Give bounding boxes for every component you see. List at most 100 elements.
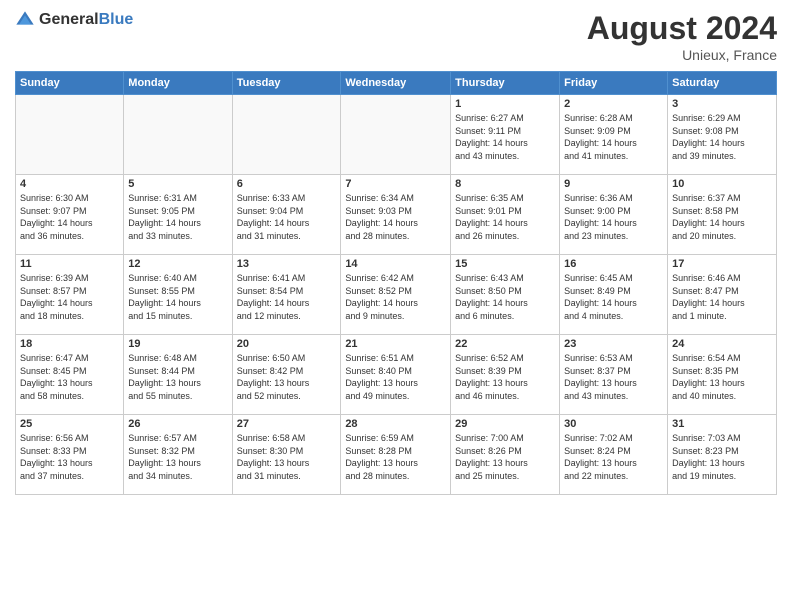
calendar-cell: 23 Sunrise: 6:53 AMSunset: 8:37 PMDayligh…: [560, 335, 668, 415]
day-info: Sunrise: 6:53 AMSunset: 8:37 PMDaylight:…: [564, 352, 663, 402]
day-number: 21: [345, 338, 446, 350]
calendar-cell: 17 Sunrise: 6:46 AMSunset: 8:47 PMDayligh…: [668, 255, 777, 335]
calendar-cell: [124, 95, 232, 175]
day-info: Sunrise: 6:27 AMSunset: 9:11 PMDaylight:…: [455, 112, 555, 162]
calendar-cell: [341, 95, 451, 175]
calendar-cell: 26 Sunrise: 6:57 AMSunset: 8:32 PMDayligh…: [124, 415, 232, 495]
day-info: Sunrise: 6:43 AMSunset: 8:50 PMDaylight:…: [455, 272, 555, 322]
day-number: 9: [564, 178, 663, 190]
day-number: 20: [237, 338, 337, 350]
calendar-cell: 2Sunrise: 6:28 AMSunset: 9:09 PMDaylight…: [560, 95, 668, 175]
day-header-monday: Monday: [124, 72, 232, 95]
calendar-cell: 27Sunrise: 6:58 AMSunset: 8:30 PMDayligh…: [232, 415, 341, 495]
day-info: Sunrise: 6:54 AMSunset: 8:35 PMDaylight:…: [672, 352, 772, 402]
day-info: Sunrise: 6:45 AMSunset: 8:49 PMDaylight:…: [564, 272, 663, 322]
calendar-cell: 7 Sunrise: 6:34 AMSunset: 9:03 PMDaylight…: [341, 175, 451, 255]
day-info: Sunrise: 6:31 AMSunset: 9:05 PMDaylight:…: [128, 192, 227, 242]
calendar-cell: 3 Sunrise: 6:29 AMSunset: 9:08 PMDaylight…: [668, 95, 777, 175]
logo-text-blue: Blue: [99, 11, 134, 28]
day-info: Sunrise: 6:36 AMSunset: 9:00 PMDaylight:…: [564, 192, 663, 242]
day-number: 7: [345, 178, 446, 190]
day-header-thursday: Thursday: [451, 72, 560, 95]
day-number: 6: [237, 178, 337, 190]
day-info: Sunrise: 6:34 AMSunset: 9:03 PMDaylight:…: [345, 192, 446, 242]
calendar-cell: 25 Sunrise: 6:56 AMSunset: 8:33 PMDayligh…: [16, 415, 124, 495]
calendar-cell: 16 Sunrise: 6:45 AMSunset: 8:49 PMDayligh…: [560, 255, 668, 335]
calendar-cell: 20 Sunrise: 6:50 AMSunset: 8:42 PMDayligh…: [232, 335, 341, 415]
day-number: 24: [672, 338, 772, 350]
day-number: 29: [455, 418, 555, 430]
day-info: Sunrise: 6:37 AMSunset: 8:58 PMDaylight:…: [672, 192, 772, 242]
day-number: 23: [564, 338, 663, 350]
day-info: Sunrise: 6:50 AMSunset: 8:42 PMDaylight:…: [237, 352, 337, 402]
calendar-cell: 12 Sunrise: 6:40 AMSunset: 8:55 PMDayligh…: [124, 255, 232, 335]
day-number: 15: [455, 258, 555, 270]
day-info: Sunrise: 6:48 AMSunset: 8:44 PMDaylight:…: [128, 352, 227, 402]
day-info: Sunrise: 6:47 AMSunset: 8:45 PMDaylight:…: [20, 352, 119, 402]
calendar-cell: 21 Sunrise: 6:51 AMSunset: 8:40 PMDayligh…: [341, 335, 451, 415]
day-info: Sunrise: 6:35 AMSunset: 9:01 PMDaylight:…: [455, 192, 555, 242]
calendar-cell: 11Sunrise: 6:39 AMSunset: 8:57 PMDayligh…: [16, 255, 124, 335]
day-header-tuesday: Tuesday: [232, 72, 341, 95]
day-header-wednesday: Wednesday: [341, 72, 451, 95]
day-number: 31: [672, 418, 772, 430]
day-info: Sunrise: 7:03 AMSunset: 8:23 PMDaylight:…: [672, 432, 772, 482]
day-number: 25: [20, 418, 119, 430]
day-info: Sunrise: 6:46 AMSunset: 8:47 PMDaylight:…: [672, 272, 772, 322]
day-number: 12: [128, 258, 227, 270]
day-number: 4: [20, 178, 119, 190]
day-number: 30: [564, 418, 663, 430]
day-info: Sunrise: 6:57 AMSunset: 8:32 PMDaylight:…: [128, 432, 227, 482]
day-info: Sunrise: 6:52 AMSunset: 8:39 PMDaylight:…: [455, 352, 555, 402]
page-header: GeneralBlue August 2024 Unieux, France: [15, 10, 777, 63]
calendar-cell: 13 Sunrise: 6:41 AMSunset: 8:54 PMDayligh…: [232, 255, 341, 335]
calendar-cell: [16, 95, 124, 175]
calendar-cell: 22 Sunrise: 6:52 AMSunset: 8:39 PMDayligh…: [451, 335, 560, 415]
day-info: Sunrise: 6:59 AMSunset: 8:28 PMDaylight:…: [345, 432, 446, 482]
day-info: Sunrise: 6:42 AMSunset: 8:52 PMDaylight:…: [345, 272, 446, 322]
day-number: 11: [20, 258, 119, 270]
day-number: 10: [672, 178, 772, 190]
day-number: 28: [345, 418, 446, 430]
calendar-cell: 10 Sunrise: 6:37 AMSunset: 8:58 PMDayligh…: [668, 175, 777, 255]
day-header-friday: Friday: [560, 72, 668, 95]
day-number: 16: [564, 258, 663, 270]
day-number: 2: [564, 98, 663, 110]
month-title: August 2024: [587, 10, 777, 47]
day-number: 27: [237, 418, 337, 430]
day-number: 3: [672, 98, 772, 110]
day-number: 26: [128, 418, 227, 430]
day-info: Sunrise: 6:56 AMSunset: 8:33 PMDaylight:…: [20, 432, 119, 482]
calendar-cell: 9 Sunrise: 6:36 AMSunset: 9:00 PMDaylight…: [560, 175, 668, 255]
day-number: 22: [455, 338, 555, 350]
calendar-cell: 19 Sunrise: 6:48 AMSunset: 8:44 PMDayligh…: [124, 335, 232, 415]
calendar-cell: 5 Sunrise: 6:31 AMSunset: 9:05 PMDaylight…: [124, 175, 232, 255]
calendar-cell: 4Sunrise: 6:30 AMSunset: 9:07 PMDaylight…: [16, 175, 124, 255]
day-header-saturday: Saturday: [668, 72, 777, 95]
calendar: SundayMondayTuesdayWednesdayThursdayFrid…: [15, 71, 777, 495]
day-info: Sunrise: 6:40 AMSunset: 8:55 PMDaylight:…: [128, 272, 227, 322]
title-section: August 2024 Unieux, France: [587, 10, 777, 63]
calendar-cell: 28 Sunrise: 6:59 AMSunset: 8:28 PMDayligh…: [341, 415, 451, 495]
day-header-sunday: Sunday: [16, 72, 124, 95]
day-number: 19: [128, 338, 227, 350]
day-info: Sunrise: 6:51 AMSunset: 8:40 PMDaylight:…: [345, 352, 446, 402]
day-number: 17: [672, 258, 772, 270]
calendar-cell: 8 Sunrise: 6:35 AMSunset: 9:01 PMDaylight…: [451, 175, 560, 255]
calendar-cell: 1Sunrise: 6:27 AMSunset: 9:11 PMDaylight…: [451, 95, 560, 175]
day-number: 14: [345, 258, 446, 270]
day-number: 8: [455, 178, 555, 190]
calendar-cell: 14 Sunrise: 6:42 AMSunset: 8:52 PMDayligh…: [341, 255, 451, 335]
calendar-cell: 24 Sunrise: 6:54 AMSunset: 8:35 PMDayligh…: [668, 335, 777, 415]
day-number: 13: [237, 258, 337, 270]
calendar-cell: 15 Sunrise: 6:43 AMSunset: 8:50 PMDayligh…: [451, 255, 560, 335]
calendar-cell: 30Sunrise: 7:02 AMSunset: 8:24 PMDayligh…: [560, 415, 668, 495]
day-info: Sunrise: 6:33 AMSunset: 9:04 PMDaylight:…: [237, 192, 337, 242]
day-info: Sunrise: 6:29 AMSunset: 9:08 PMDaylight:…: [672, 112, 772, 162]
calendar-cell: 31 Sunrise: 7:03 AMSunset: 8:23 PMDayligh…: [668, 415, 777, 495]
logo-text-general: General: [39, 11, 99, 28]
calendar-cell: [232, 95, 341, 175]
day-number: 5: [128, 178, 227, 190]
day-info: Sunrise: 6:41 AMSunset: 8:54 PMDaylight:…: [237, 272, 337, 322]
calendar-cell: 18Sunrise: 6:47 AMSunset: 8:45 PMDayligh…: [16, 335, 124, 415]
